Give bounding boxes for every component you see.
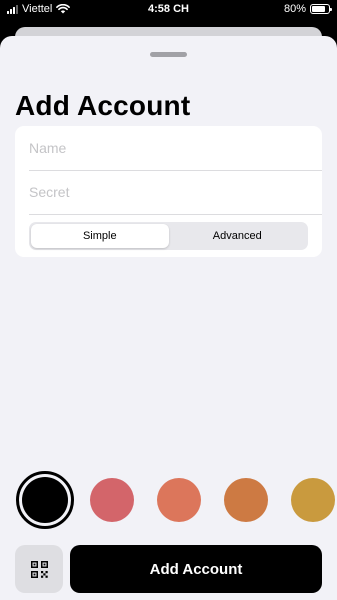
account-form-card: Simple Advanced [15,126,322,257]
mode-segmented-control: Simple Advanced [29,222,308,250]
segment-advanced[interactable]: Advanced [169,224,307,248]
color-swatch[interactable] [224,478,268,522]
secret-input[interactable] [29,170,322,214]
color-swatch[interactable] [291,478,335,522]
status-right: 80% [283,3,332,15]
divider [29,214,322,215]
page-title: Add Account [15,90,191,121]
qr-code-icon [30,560,48,578]
color-swatch-fill [22,477,68,523]
battery-icon [310,4,332,14]
battery-fill [312,6,325,12]
add-account-button[interactable]: Add Account [70,545,322,593]
color-swatch[interactable] [157,478,201,522]
color-picker [15,471,337,529]
battery-percent: 80% [283,3,306,15]
color-swatch[interactable] [90,478,134,522]
status-bar: Viettel 4:58 CH 80% [0,0,337,20]
color-swatch-selected[interactable] [16,471,74,529]
segment-simple[interactable]: Simple [31,224,169,248]
name-input[interactable] [29,126,322,170]
scan-qr-button[interactable] [15,545,63,593]
sheet-grabber[interactable] [150,52,187,57]
